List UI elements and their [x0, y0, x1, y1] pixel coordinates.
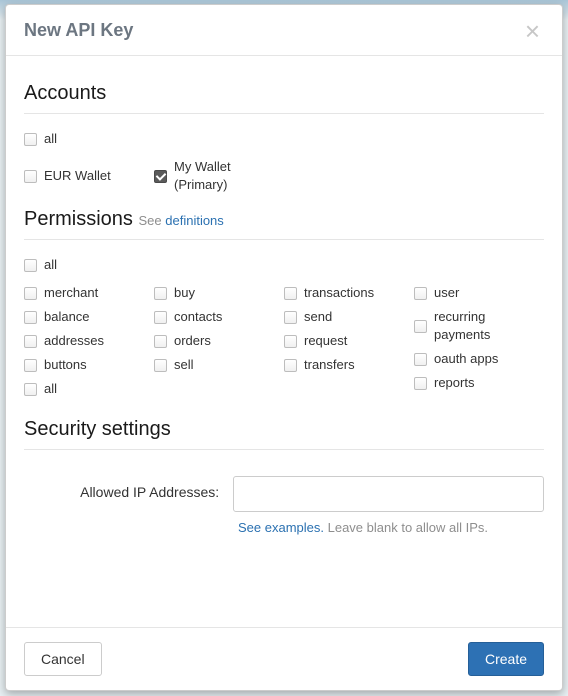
permission-item[interactable]: addresses: [24, 332, 154, 350]
permission-label: all: [44, 380, 57, 398]
permission-item[interactable]: all: [24, 380, 154, 398]
permission-item[interactable]: orders: [154, 332, 284, 350]
permission-checkbox[interactable]: [154, 335, 167, 348]
permission-label: contacts: [174, 308, 222, 326]
permission-checkbox[interactable]: [24, 311, 37, 324]
definitions-link[interactable]: definitions: [165, 213, 224, 228]
permission-checkbox[interactable]: [154, 311, 167, 324]
permissions-heading: Permissions See definitions: [24, 208, 544, 231]
modal-title: New API Key: [24, 20, 133, 41]
accounts-item[interactable]: My Wallet (Primary): [154, 158, 284, 194]
accounts-heading: Accounts: [24, 82, 544, 105]
accounts-item-label: EUR Wallet: [44, 167, 111, 185]
permission-label: send: [304, 308, 332, 326]
permission-checkbox[interactable]: [154, 287, 167, 300]
security-heading: Security settings: [24, 418, 544, 441]
see-examples-link[interactable]: See examples.: [238, 520, 324, 535]
accounts-item-checkbox[interactable]: [24, 170, 37, 183]
permission-label: oauth apps: [434, 350, 498, 368]
permission-item[interactable]: user: [414, 284, 544, 302]
permission-item[interactable]: buttons: [24, 356, 154, 374]
permission-label: transactions: [304, 284, 374, 302]
permission-label: recurring payments: [434, 308, 544, 344]
permission-label: addresses: [44, 332, 104, 350]
close-button[interactable]: ×: [521, 21, 544, 41]
permission-item[interactable]: transactions: [284, 284, 414, 302]
allowed-ip-help: See examples. Leave blank to allow all I…: [238, 520, 544, 535]
permissions-column: transactions send request transfers: [284, 284, 414, 398]
permission-checkbox[interactable]: [24, 335, 37, 348]
permission-label: reports: [434, 374, 474, 392]
permissions-columns: merchant balance addresses buttons all buy con…: [24, 284, 544, 398]
permission-checkbox[interactable]: [284, 287, 297, 300]
permission-checkbox[interactable]: [414, 377, 427, 390]
permission-checkbox[interactable]: [414, 287, 427, 300]
permissions-column: merchant balance addresses buttons all: [24, 284, 154, 398]
allowed-ip-input[interactable]: [233, 476, 544, 512]
permission-item[interactable]: transfers: [284, 356, 414, 374]
accounts-item[interactable]: EUR Wallet: [24, 158, 154, 194]
permission-item[interactable]: recurring payments: [414, 308, 544, 344]
accounts-item-label: My Wallet (Primary): [174, 158, 284, 194]
permission-checkbox[interactable]: [154, 359, 167, 372]
permission-label: sell: [174, 356, 194, 374]
permission-label: user: [434, 284, 459, 302]
permission-label: buttons: [44, 356, 87, 374]
permission-item[interactable]: request: [284, 332, 414, 350]
new-api-key-modal: New API Key × Accounts all EUR Wallet My …: [5, 4, 563, 691]
permission-item[interactable]: merchant: [24, 284, 154, 302]
permissions-all-item[interactable]: all: [24, 256, 544, 274]
permission-checkbox[interactable]: [284, 359, 297, 372]
permission-label: request: [304, 332, 347, 350]
permission-checkbox[interactable]: [284, 311, 297, 324]
permission-checkbox[interactable]: [414, 320, 427, 333]
permission-item[interactable]: balance: [24, 308, 154, 326]
permission-label: merchant: [44, 284, 98, 302]
permission-label: transfers: [304, 356, 355, 374]
cancel-button[interactable]: Cancel: [24, 642, 102, 676]
permission-label: balance: [44, 308, 90, 326]
permission-checkbox[interactable]: [24, 383, 37, 396]
permission-item[interactable]: send: [284, 308, 414, 326]
close-icon: ×: [525, 16, 540, 46]
permissions-all-label: all: [44, 256, 57, 274]
accounts-item-checkbox[interactable]: [154, 170, 167, 183]
modal-header: New API Key ×: [6, 5, 562, 56]
permission-checkbox[interactable]: [24, 287, 37, 300]
accounts-all-checkbox[interactable]: [24, 133, 37, 146]
create-button[interactable]: Create: [468, 642, 544, 676]
permission-item[interactable]: oauth apps: [414, 350, 544, 368]
permission-item[interactable]: reports: [414, 374, 544, 392]
modal-body: Accounts all EUR Wallet My Wallet (Primar…: [6, 56, 562, 627]
permission-item[interactable]: sell: [154, 356, 284, 374]
accounts-list: EUR Wallet My Wallet (Primary): [24, 158, 544, 194]
permission-item[interactable]: contacts: [154, 308, 284, 326]
permissions-column: buy contacts orders sell: [154, 284, 284, 398]
accounts-all-label: all: [44, 130, 57, 148]
permissions-all-checkbox[interactable]: [24, 259, 37, 272]
accounts-all-item[interactable]: all: [24, 130, 544, 148]
permission-label: buy: [174, 284, 195, 302]
permissions-divider: [24, 239, 544, 240]
permission-checkbox[interactable]: [24, 359, 37, 372]
permissions-column: user recurring payments oauth apps reports: [414, 284, 544, 398]
permission-checkbox[interactable]: [414, 353, 427, 366]
permission-item[interactable]: buy: [154, 284, 284, 302]
accounts-divider: [24, 113, 544, 114]
allowed-ip-label: Allowed IP Addresses:: [24, 476, 219, 500]
permission-label: orders: [174, 332, 211, 350]
permission-checkbox[interactable]: [284, 335, 297, 348]
modal-footer: Cancel Create: [6, 627, 562, 690]
security-divider: [24, 449, 544, 450]
